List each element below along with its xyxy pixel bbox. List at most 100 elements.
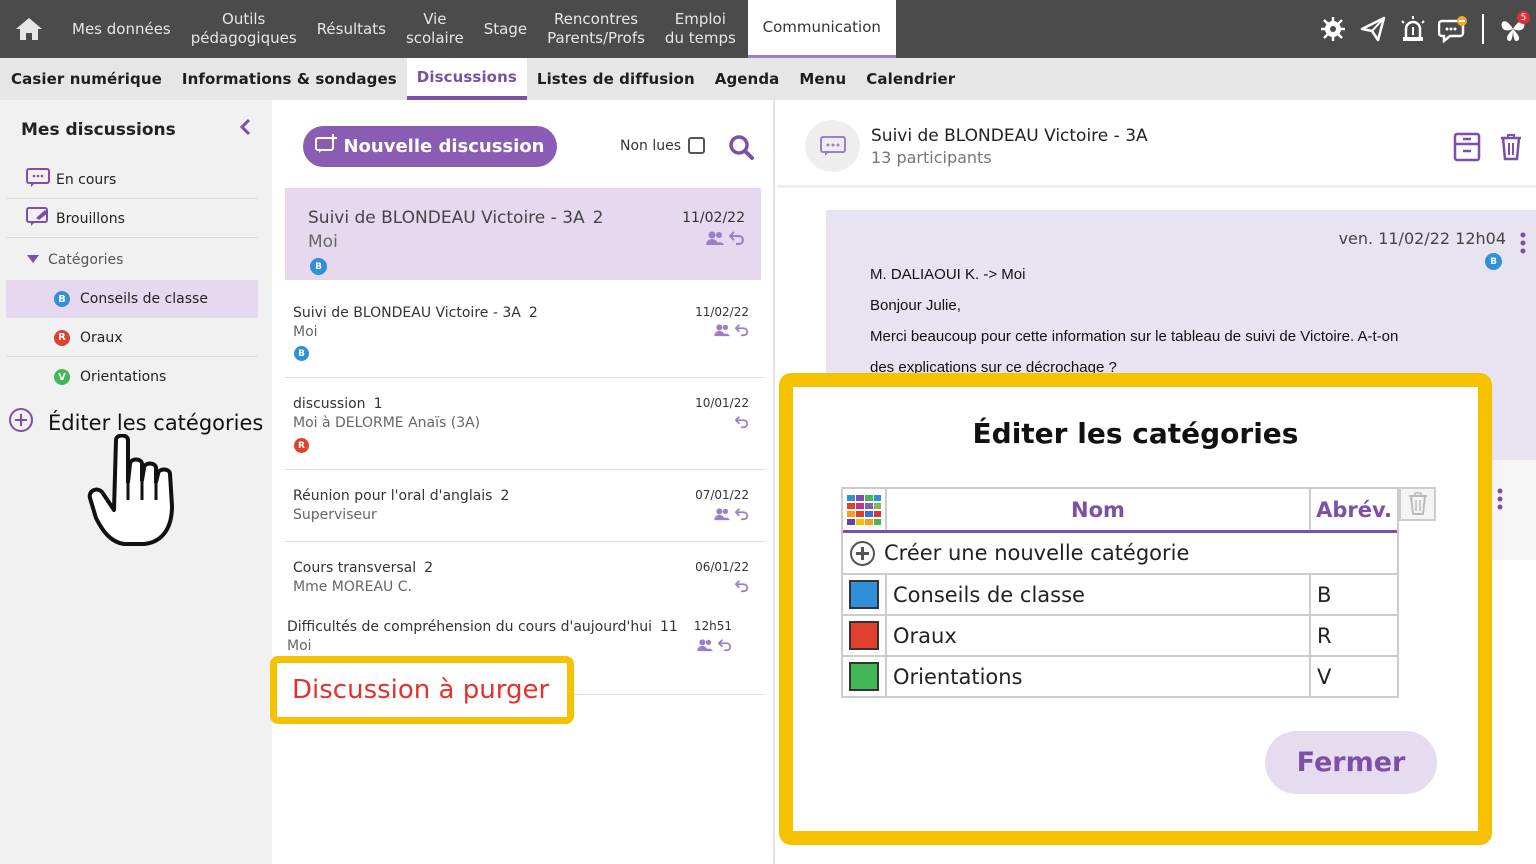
discussion-date: 11/02/22 xyxy=(695,305,749,319)
color-swatch[interactable] xyxy=(849,621,879,650)
categories-table: Nom Abrév. Créer une nouvelle catégorie … xyxy=(841,487,1399,698)
topnav-resultats[interactable]: Résultats xyxy=(307,0,396,58)
subnav-casier-numerique[interactable]: Casier numérique xyxy=(0,58,172,100)
archive-icon[interactable] xyxy=(1453,132,1481,166)
discussion-icons xyxy=(713,507,749,521)
pronote-logo-icon[interactable]: 5 xyxy=(1498,11,1530,44)
delete-category-button[interactable] xyxy=(1399,487,1436,521)
topnav-mes-donnees[interactable]: Mes données xyxy=(58,0,181,58)
top-navigation-bar: Mes données Outils pédagogiques Résultat… xyxy=(0,0,1536,58)
discussion-sender: Superviseur xyxy=(293,507,377,523)
unread-label: Non lues xyxy=(620,137,682,154)
discussion-item[interactable]: Réunion pour l'oral d'anglais 2 Supervise… xyxy=(285,472,765,542)
discussion-title-text: discussion xyxy=(293,396,366,412)
collapse-chevron-icon[interactable] xyxy=(238,118,252,140)
reply-icon xyxy=(729,231,744,245)
color-swatch[interactable] xyxy=(849,662,879,691)
new-message-icon xyxy=(315,134,338,159)
discussion-item-selected[interactable]: Suivi de BLONDEAU Victoire - 3A 2 Moi 11/… xyxy=(285,188,761,280)
participants-count: 13 participants xyxy=(871,148,992,167)
more-options-icon[interactable] xyxy=(1520,232,1526,258)
category-abbrev[interactable]: V xyxy=(1311,657,1397,696)
alert-siren-icon[interactable] xyxy=(1398,14,1428,44)
reply-icon xyxy=(735,508,749,521)
folder-en-cours[interactable]: En cours xyxy=(6,161,258,199)
category-name[interactable]: Conseils de classe xyxy=(887,575,1311,614)
topnav-communication[interactable]: Communication xyxy=(747,0,896,58)
caret-down-icon xyxy=(26,252,40,268)
discussion-title-text: Réunion pour l'oral d'anglais xyxy=(293,488,493,504)
home-icon[interactable] xyxy=(0,0,58,58)
chat-notification-icon[interactable] xyxy=(1438,14,1468,44)
topnav-stage[interactable]: Stage xyxy=(474,0,537,58)
discussion-icons xyxy=(735,415,749,429)
subnav-informations-sondages[interactable]: Informations & sondages xyxy=(172,58,407,100)
category-abbrev[interactable]: B xyxy=(1311,575,1397,614)
column-nom[interactable]: Nom xyxy=(887,489,1311,530)
category-conseils-de-classe[interactable]: B Conseils de classe xyxy=(6,280,258,318)
group-icon xyxy=(714,508,730,521)
discussion-item[interactable]: discussion 1 Moi à DELORME Anaïs (3A) 10/… xyxy=(285,380,765,470)
topnav-vie-scolaire[interactable]: Vie scolaire xyxy=(396,0,474,58)
table-header: Nom Abrév. xyxy=(843,489,1397,533)
folder-brouillons[interactable]: Brouillons xyxy=(6,200,258,238)
folder-label: En cours xyxy=(56,171,117,188)
send-icon[interactable] xyxy=(1358,14,1388,44)
category-row[interactable]: Orientations V xyxy=(843,655,1397,696)
category-abbrev[interactable]: R xyxy=(1311,616,1397,655)
categories-toggle[interactable]: Catégories xyxy=(6,241,258,279)
category-name[interactable]: Orientations xyxy=(887,657,1311,696)
topnav-outils-pedagogiques[interactable]: Outils pédagogiques xyxy=(181,0,307,58)
message-line: Merci beaucoup pour cette information su… xyxy=(870,328,1399,345)
color-swatch[interactable] xyxy=(849,580,879,609)
subnav-calendrier[interactable]: Calendrier xyxy=(856,58,965,100)
discussion-item[interactable]: Suivi de BLONDEAU Victoire - 3A 2 Moi 11/… xyxy=(285,288,765,378)
discussion-date: 06/01/22 xyxy=(695,560,749,574)
category-row[interactable]: Oraux R xyxy=(843,614,1397,655)
discussion-count: 2 xyxy=(500,488,510,504)
discussion-sender: Moi à DELORME Anaïs (3A) xyxy=(293,415,481,431)
close-button[interactable]: Fermer xyxy=(1265,731,1437,794)
topnav-rencontres[interactable]: Rencontres Parents/Profs xyxy=(537,0,655,58)
discussion-header: Suivi de BLONDEAU Victoire - 3A 13 parti… xyxy=(777,100,1536,188)
notification-count: 5 xyxy=(1517,11,1530,24)
discussion-title: discussion 1 xyxy=(293,396,382,412)
search-icon[interactable] xyxy=(728,134,754,164)
discussion-count: 1 xyxy=(373,396,383,412)
folder-label: Brouillons xyxy=(56,210,125,227)
reply-icon xyxy=(735,324,749,337)
category-oraux[interactable]: R Oraux xyxy=(6,319,258,357)
panel-title: Mes discussions xyxy=(21,120,176,140)
category-name[interactable]: Oraux xyxy=(887,616,1311,655)
category-badge: B xyxy=(54,291,70,307)
subnav-menu[interactable]: Menu xyxy=(789,58,856,100)
draft-icon xyxy=(26,206,50,231)
subnav-listes-de-diffusion[interactable]: Listes de diffusion xyxy=(527,58,705,100)
trash-icon[interactable] xyxy=(1499,133,1523,165)
new-discussion-label: Nouvelle discussion xyxy=(343,136,545,157)
subnav-agenda[interactable]: Agenda xyxy=(705,58,790,100)
color-swatch-cell[interactable] xyxy=(843,657,887,696)
discussion-list-panel: Nouvelle discussion Non lues Suivi de BL… xyxy=(273,100,775,864)
subnav-discussions[interactable]: Discussions xyxy=(406,58,527,100)
covid-icon[interactable] xyxy=(1318,14,1348,44)
unread-filter[interactable]: Non lues xyxy=(620,137,706,154)
message-line: Bonjour Julie, xyxy=(870,297,961,314)
top-icons: 5 xyxy=(1318,0,1530,58)
category-row[interactable]: Conseils de classe B xyxy=(843,573,1397,614)
category-badge: B xyxy=(310,258,327,275)
column-abrev[interactable]: Abrév. xyxy=(1311,489,1397,530)
category-orientations[interactable]: V Orientations xyxy=(6,358,258,396)
topnav-emploi-du-temps[interactable]: Emploi du temps xyxy=(655,0,746,58)
color-swatch-cell[interactable] xyxy=(843,616,887,655)
category-badge: R xyxy=(54,329,70,346)
hand-pointer-icon xyxy=(86,433,184,552)
unread-checkbox[interactable] xyxy=(688,137,706,154)
new-discussion-button[interactable]: Nouvelle discussion xyxy=(303,126,557,167)
dialog-title: Éditer les catégories xyxy=(972,417,1299,450)
trash-icon xyxy=(1408,492,1427,515)
create-category-row[interactable]: Créer une nouvelle catégorie xyxy=(843,533,1397,573)
more-options-icon[interactable] xyxy=(1497,488,1503,514)
discussion-item[interactable]: Cours transversal 2 Mme MOREAU C. 06/01/2… xyxy=(285,544,765,604)
color-swatch-cell[interactable] xyxy=(843,575,887,614)
